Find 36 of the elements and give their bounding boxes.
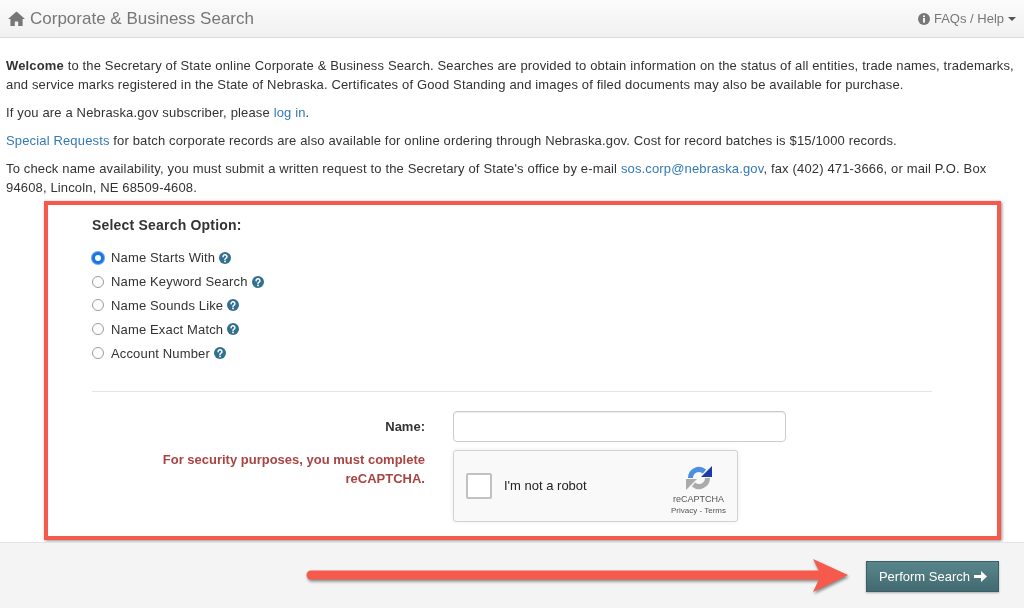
intro-paragraph: If you are a Nebraska.gov subscriber, please log in. xyxy=(6,104,311,122)
intro-paragraph: Welcome to the Secretary of State online Corporate & Business Search. Searches are provided to obtain information on the status of all entities, trade names, trademarks, and service marks registered in the State of Nebraska. Certificates of Good Standing and images of filed documents may also be available for purchase. xyxy=(6,57,1015,94)
arrow-right-icon xyxy=(974,571,987,582)
help-icon[interactable] xyxy=(251,275,264,288)
option-label[interactable]: Name Starts With xyxy=(111,250,216,266)
section-heading: Select Search Option: xyxy=(92,216,243,235)
captcha-label: I'm not a robot xyxy=(504,478,587,494)
option-label[interactable]: Account Number xyxy=(111,345,210,361)
intro-paragraph: Special Requests for batch corporate records are also available for online ordering through Nebraska.gov. Cost for record batches is $15/1000 records. xyxy=(6,132,898,150)
home-icon[interactable] xyxy=(8,11,25,26)
name-label: Name: xyxy=(384,419,425,434)
captcha-checkbox[interactable] xyxy=(466,473,492,499)
option-label[interactable]: Name Exact Match xyxy=(111,321,224,337)
security-notice: For security purposes, you must complete reCAPTCHA. xyxy=(161,451,425,488)
text-link[interactable]: Special Requests xyxy=(6,133,110,148)
help-icon[interactable] xyxy=(213,347,226,360)
perform-search-button[interactable]: Perform Search xyxy=(865,561,999,592)
intro-paragraph: To check name availability, you must submit a written request to the Secretary of State's office by e-mail sos.corp@nebraska.gov, fax (402) 471-3666, or mail P.O. Box 94608, Lincoln, NE 68509-4608. xyxy=(6,160,988,197)
help-icon[interactable] xyxy=(219,251,232,264)
captcha-brand-text: reCAPTCHA xyxy=(673,494,724,505)
option-label[interactable]: Name Keyword Search xyxy=(111,274,248,290)
option-label[interactable]: Name Sounds Like xyxy=(111,298,224,313)
info-icon xyxy=(917,12,930,25)
radio-button[interactable] xyxy=(92,275,104,288)
name-input[interactable] xyxy=(453,411,786,442)
radio-button[interactable] xyxy=(92,323,104,336)
help-icon[interactable] xyxy=(227,299,240,312)
caret-icon xyxy=(1008,16,1016,21)
radio-button[interactable] xyxy=(92,251,104,264)
site-title[interactable]: Corporate & Business Search xyxy=(30,8,254,29)
privacy-terms-links[interactable]: Privacy - Terms xyxy=(671,505,726,516)
text-link[interactable]: log in xyxy=(273,105,306,120)
help-icon[interactable] xyxy=(227,323,240,336)
help-menu-button[interactable]: FAQs / Help xyxy=(917,11,1016,26)
radio-button[interactable] xyxy=(92,299,104,312)
radio-button[interactable] xyxy=(92,347,104,360)
